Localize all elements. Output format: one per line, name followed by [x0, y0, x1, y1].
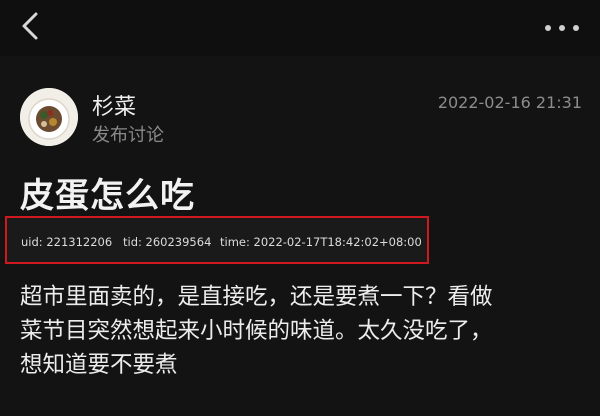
food-avatar-image — [20, 88, 78, 146]
metadata-highlight-box: uid: 221312206 tid: 260239564 time: 2022… — [5, 216, 429, 264]
post-body-line: 想知道要不要煮 — [20, 352, 178, 378]
top-bar — [0, 0, 600, 56]
avatar[interactable] — [20, 88, 78, 146]
back-button[interactable] — [14, 8, 50, 44]
chevron-left-icon — [22, 12, 38, 40]
uid-text: uid: 221312206 — [21, 235, 113, 249]
author-action: 发布讨论 — [92, 125, 164, 146]
more-button[interactable] — [542, 19, 582, 31]
post-body-line: 菜节目突然想起来小时候的味道。太久没吃了， — [20, 318, 493, 344]
time-text: time: 2022-02-17T18:42:02+08:00 — [220, 235, 422, 249]
post-body-line: 超市里面卖的，是直接吃，还是要煮一下？看做 — [20, 284, 493, 310]
tid-text: tid: 260239564 — [123, 235, 212, 249]
author-name[interactable]: 杉菜 — [92, 89, 136, 121]
more-dots-icon — [545, 25, 579, 31]
post-body: 超市里面卖的，是直接吃，还是要煮一下？看做 菜节目突然想起来小时候的味道。太久没… — [20, 280, 586, 382]
post-timestamp: 2022-02-16 21:31 — [437, 93, 582, 112]
post-title: 皮蛋怎么吃 — [20, 176, 195, 216]
